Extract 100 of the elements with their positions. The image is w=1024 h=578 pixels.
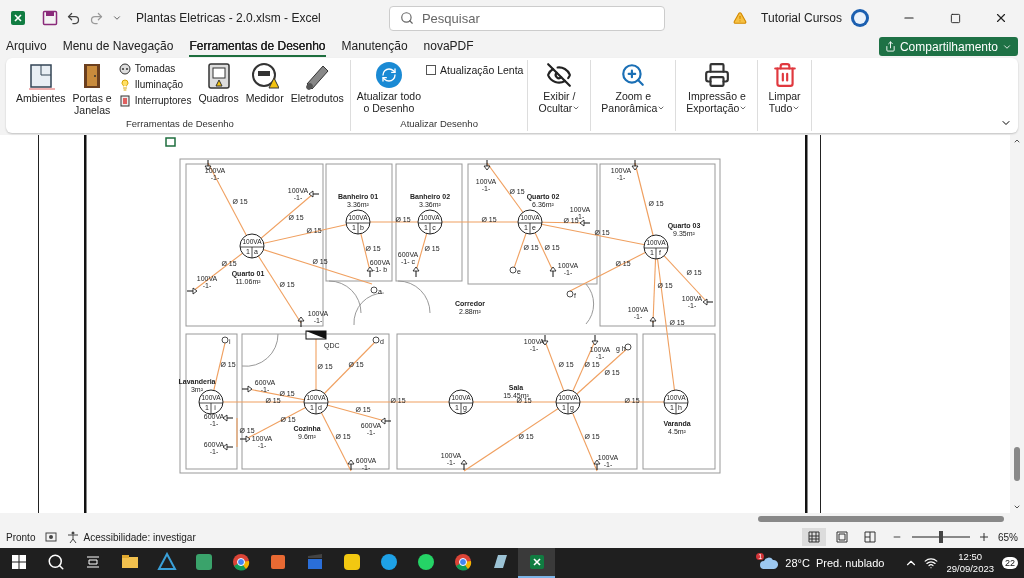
- outlet-icon: [591, 334, 599, 345]
- customize-menu-icon[interactable]: [112, 13, 122, 23]
- page-layout-icon: [836, 531, 848, 544]
- printer-icon: [703, 61, 730, 88]
- close-icon: [994, 11, 1008, 25]
- ribbon-button[interactable]: Portas e Janelas: [70, 59, 114, 118]
- ribbon-menu-button[interactable]: Zoom e Panorâmica: [595, 59, 672, 116]
- scroll-thumb[interactable]: [758, 516, 1004, 523]
- clock[interactable]: 12:50 29/09/2023: [946, 551, 994, 575]
- outlet-icon: [649, 316, 657, 328]
- refresh-icon: [375, 61, 402, 88]
- switch-symbol-icon: [566, 290, 574, 297]
- outlet-icon: [308, 190, 320, 197]
- eye-off-icon: [546, 61, 573, 88]
- ceiling-light-icon: [517, 209, 543, 235]
- cell-cursor: [165, 136, 176, 147]
- switch-symbol-icon: [509, 266, 517, 273]
- group-label: Ferramentas de Desenho: [125, 117, 235, 131]
- cloud-icon: [759, 556, 780, 570]
- ribbon-menu-button[interactable]: Limpar Tudo: [762, 59, 807, 116]
- status-text: Pronto: [6, 531, 36, 543]
- ribbon-button[interactable]: Tomadas: [116, 61, 194, 76]
- weather-condition: Pred. nublado: [815, 557, 885, 569]
- ribbon-button[interactable]: Eletrodutos: [288, 59, 346, 106]
- temperature: 28°C: [785, 557, 810, 569]
- maximize-icon: [949, 12, 961, 24]
- windows-logo: [10, 554, 27, 570]
- ceiling-light-icon: [448, 389, 474, 415]
- ceiling-light-icon: [303, 389, 329, 415]
- outlet-icon: [186, 287, 198, 294]
- task-view-icon: [84, 554, 101, 570]
- ceiling-light-icon: [555, 389, 581, 415]
- zoom-level[interactable]: 65%: [998, 531, 1018, 543]
- vertical-scrollbar[interactable]: [1010, 134, 1024, 513]
- accessibility-status[interactable]: Acessibilidade: investigar: [83, 531, 196, 543]
- undo-icon[interactable]: [66, 10, 81, 26]
- ceiling-light-icon: [239, 233, 265, 259]
- ribbon-button[interactable]: Medidor: [243, 59, 286, 106]
- ribbon-menu-button[interactable]: Exibir / Ocultar: [532, 59, 587, 116]
- ribbon-button[interactable]: Interruptores: [116, 93, 194, 108]
- scroll-thumb[interactable]: [1014, 446, 1020, 481]
- whatsapp-icon: [415, 552, 436, 572]
- chrome-icon: [230, 552, 251, 572]
- account-name: Tutorial Cursos: [761, 11, 842, 25]
- macro-icon: [45, 531, 58, 544]
- network-icon[interactable]: [924, 556, 939, 570]
- excel-icon: [10, 10, 26, 26]
- ribbon-button[interactable]: Ambientes: [14, 59, 68, 106]
- outlet-icon: [222, 443, 234, 450]
- outlet-icon: [579, 219, 591, 226]
- switch-icon: [118, 94, 131, 107]
- ceiling-light-icon: [643, 234, 669, 260]
- warning-icon: [733, 11, 748, 25]
- taskbar-app-button[interactable]: [518, 548, 555, 578]
- ribbon-button[interactable]: Atualizar todo o Desenho: [354, 59, 423, 116]
- window-title: Plantas Eletricas - 2.0.xlsm - Excel: [136, 11, 321, 25]
- view-button[interactable]: [802, 528, 826, 547]
- slow-update-checkbox[interactable]: Atualização Lenta: [426, 59, 524, 76]
- zoom-in-icon[interactable]: [980, 533, 988, 542]
- group-label: Atualizar Desenho: [399, 117, 479, 131]
- ribbon-tab[interactable]: Menu de Navegação: [62, 36, 174, 57]
- switch-symbol-icon: [624, 343, 632, 350]
- grid-icon: [808, 531, 820, 544]
- ribbon-button[interactable]: Iluminação: [116, 77, 194, 92]
- outlet-icon: [347, 459, 355, 471]
- ribbon-menu-button[interactable]: Impressão e Exportação: [680, 59, 754, 116]
- outlet-icon: [297, 316, 305, 328]
- switch-symbol-icon: [372, 336, 380, 343]
- outlet-icon: [702, 298, 714, 305]
- search-icon: [399, 11, 414, 25]
- outlet-icon: [631, 159, 639, 170]
- outlet-icon: [239, 435, 251, 442]
- search-field[interactable]: Pesquisar: [388, 5, 665, 31]
- outlet-icon: [460, 459, 468, 471]
- outlet-icon: [412, 266, 420, 278]
- edge-icon: [378, 552, 399, 572]
- distribution-panel-icon: [305, 330, 327, 340]
- redo-icon[interactable]: [89, 10, 104, 26]
- ribbon-tab[interactable]: Ferramentas de Desenho: [189, 36, 326, 57]
- trash-icon: [771, 61, 798, 88]
- avatar-icon[interactable]: [850, 8, 870, 28]
- save-icon[interactable]: [42, 10, 58, 26]
- app-icon: [193, 552, 214, 572]
- page-break-icon: [864, 531, 876, 544]
- ribbon-tab[interactable]: novaPDF: [423, 36, 474, 57]
- ribbon-tab[interactable]: Arquivo: [6, 36, 47, 57]
- outlet-icon: [483, 159, 491, 170]
- share-icon: [884, 41, 896, 53]
- chrome-icon: [452, 552, 473, 572]
- magnifier-icon: [620, 61, 647, 88]
- ceiling-light-icon: [417, 209, 443, 235]
- socket-icon: [118, 62, 131, 75]
- ceiling-light-icon: [345, 209, 371, 235]
- notification-count[interactable]: 22: [1002, 557, 1018, 569]
- switch-symbol-icon: [370, 286, 378, 293]
- ribbon-tab[interactable]: Manutenção: [341, 36, 408, 57]
- ribbon-button[interactable]: Quadros: [196, 59, 241, 106]
- outlet-icon: [204, 159, 212, 170]
- triangle-icon: [156, 552, 177, 572]
- share-button[interactable]: Compartilhamento: [878, 37, 1018, 57]
